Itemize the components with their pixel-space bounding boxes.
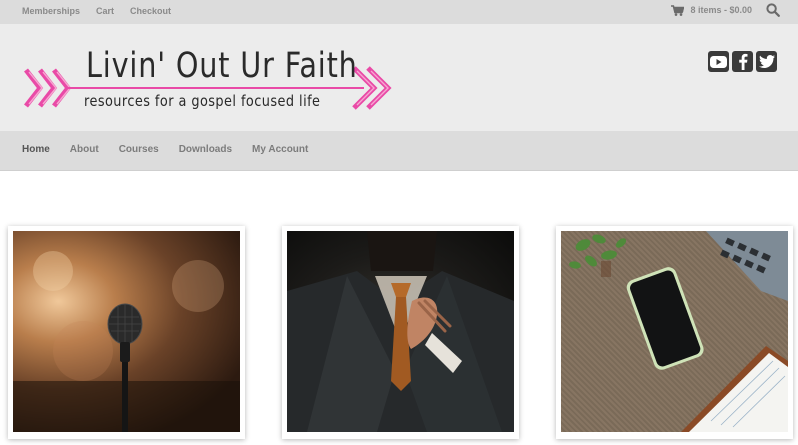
shopping-cart-icon [671, 4, 685, 16]
content-card[interactable] [556, 226, 793, 439]
content-card[interactable] [282, 226, 519, 439]
man-adjusting-tie-photo[interactable] [287, 231, 514, 432]
logo-title: Livin' Out Ur Faith [86, 46, 358, 86]
top-links: Memberships Cart Checkout [22, 6, 187, 17]
nav-item-downloads[interactable]: Downloads [179, 144, 232, 156]
search-icon[interactable] [766, 3, 780, 17]
site-logo[interactable]: Livin' Out Ur Faith resources for a gosp… [20, 44, 395, 124]
youtube-icon[interactable] [708, 51, 729, 72]
cart-link[interactable]: Cart [96, 6, 114, 17]
nav-item-courses[interactable]: Courses [119, 144, 159, 156]
microphone-photo[interactable] [13, 231, 240, 432]
nav-item-my-account[interactable]: My Account [252, 144, 308, 156]
top-utility-bar: Memberships Cart Checkout 8 items - $0.0… [0, 0, 798, 24]
content-card[interactable] [8, 226, 245, 439]
nav-item-about[interactable]: About [70, 144, 99, 156]
facebook-icon[interactable] [732, 51, 753, 72]
memberships-link[interactable]: Memberships [22, 6, 80, 17]
social-links [708, 51, 777, 72]
cart-count-text: 8 items - $0.00 [690, 4, 752, 15]
logo-tagline: resources for a gospel focused life [84, 92, 321, 110]
site-header: Livin' Out Ur Faith resources for a gosp… [0, 24, 798, 131]
main-navigation: Home About Courses Downloads My Account [0, 131, 798, 171]
checkout-link[interactable]: Checkout [130, 6, 171, 17]
twitter-icon[interactable] [756, 51, 777, 72]
desk-phone-laptop-photo[interactable] [561, 231, 788, 432]
cart-summary[interactable]: 8 items - $0.00 [671, 3, 752, 17]
nav-item-home[interactable]: Home [22, 144, 50, 156]
